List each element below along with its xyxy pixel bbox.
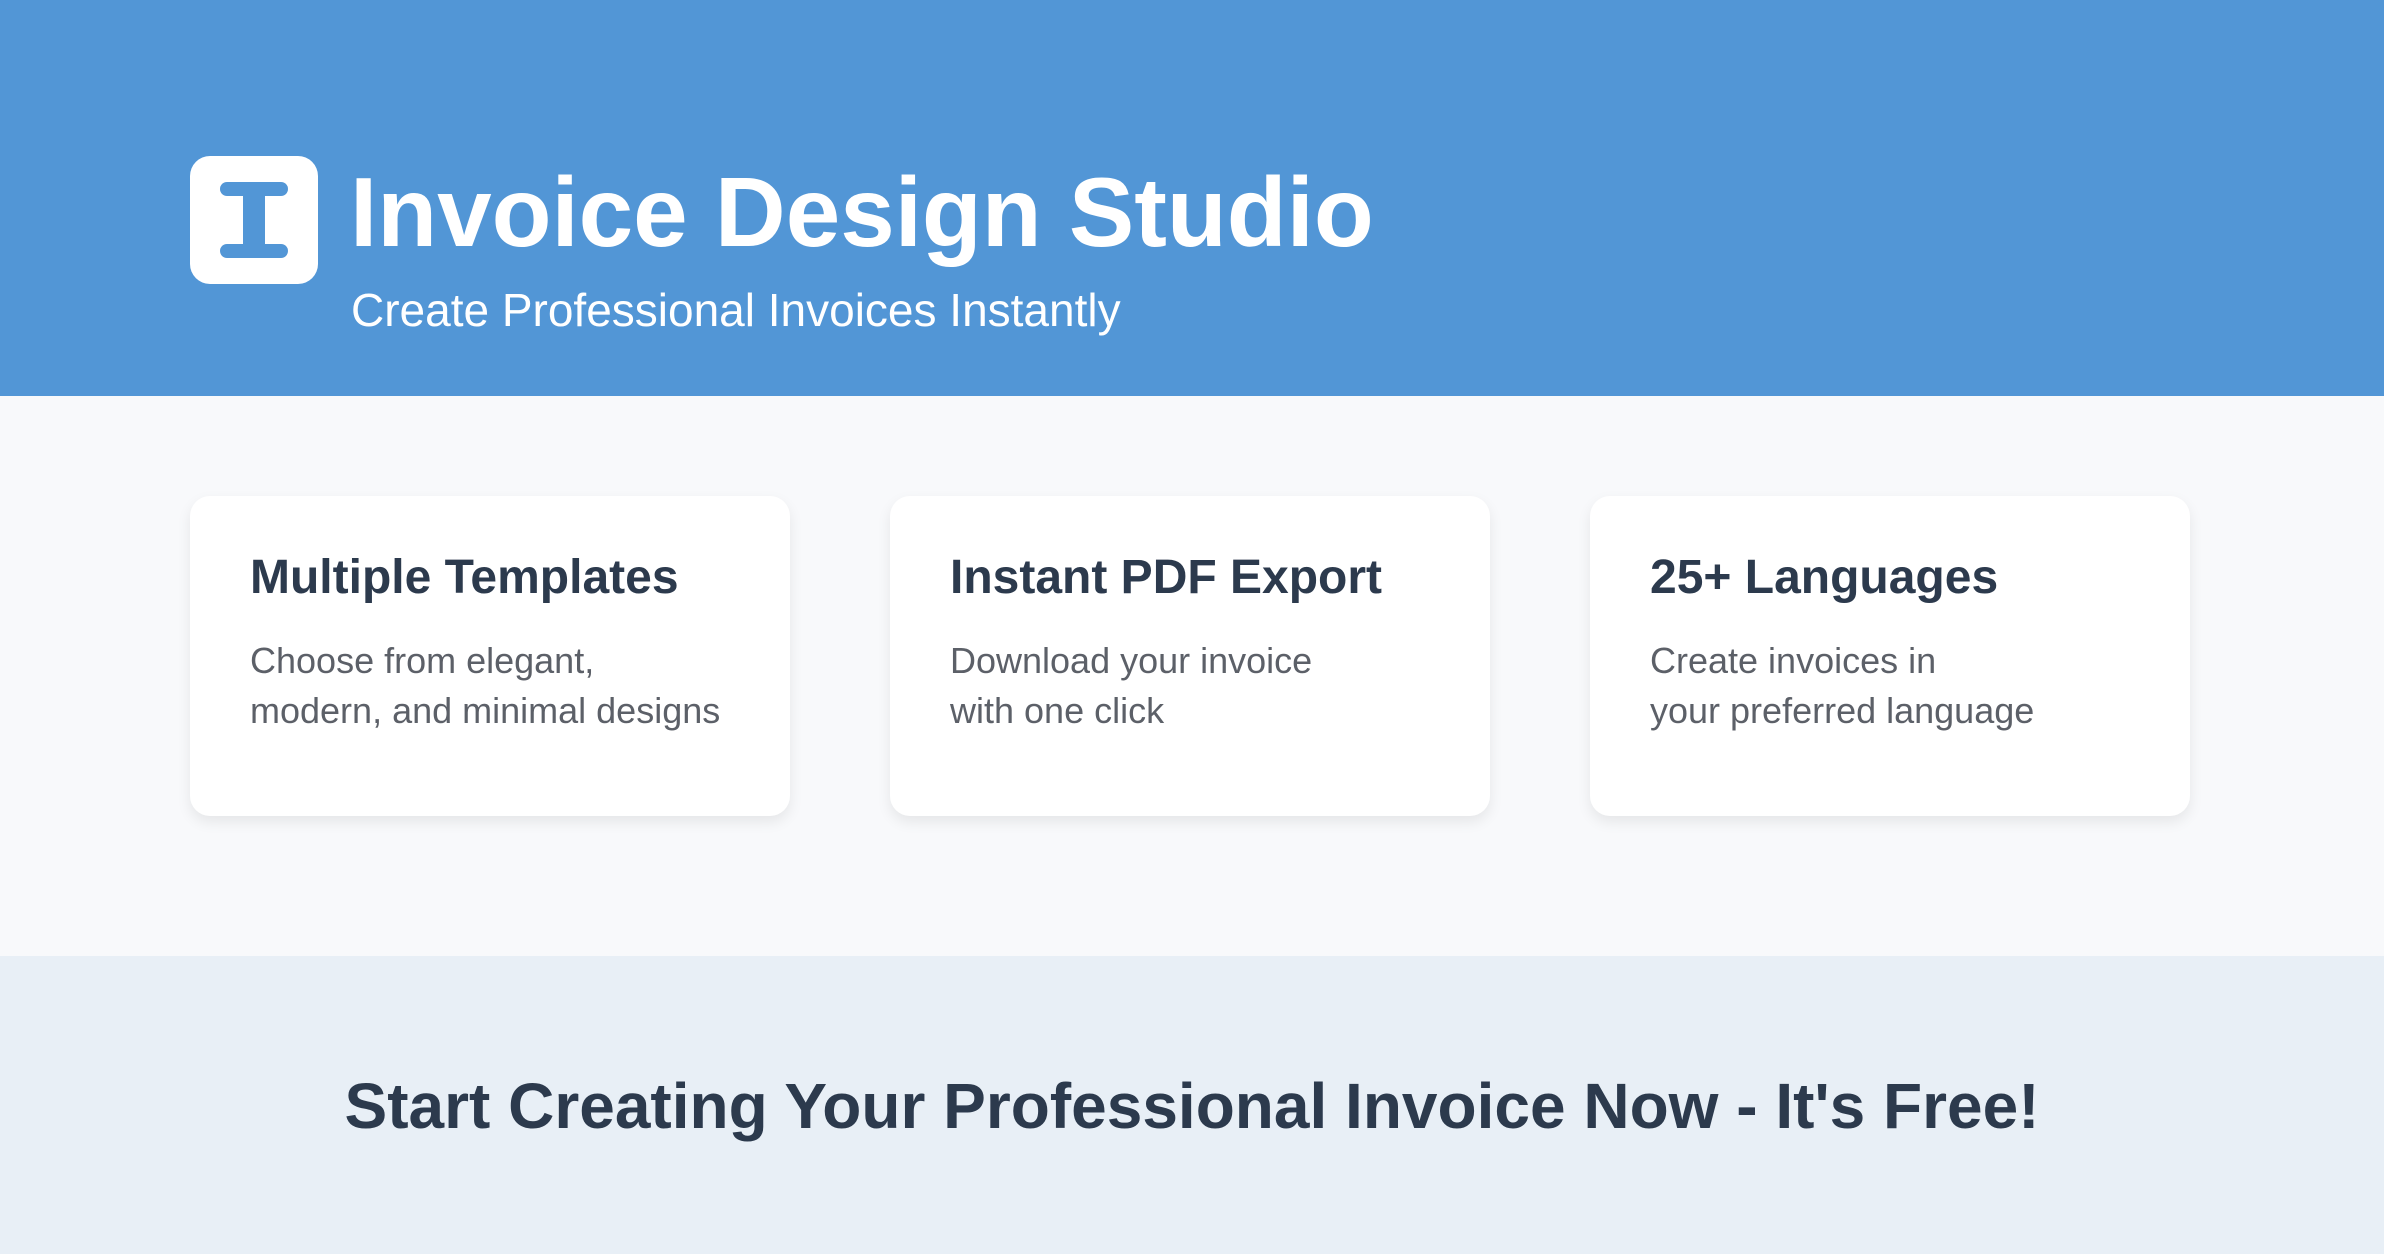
feature-description-line: your preferred language	[1650, 690, 2035, 731]
call-to-action-text: Start Creating Your Professional Invoice…	[344, 1070, 2040, 1142]
feature-title: Multiple Templates	[250, 551, 679, 604]
feature-description-line: modern, and minimal designs	[250, 690, 721, 731]
og-banner: Invoice Design Studio Create Professiona…	[0, 0, 2384, 1254]
call-to-action-banner: Start Creating Your Professional Invoice…	[0, 956, 2384, 1254]
feature-description: Download your invoice with one click	[950, 636, 1312, 736]
feature-description-line: Choose from elegant,	[250, 640, 595, 681]
feature-description-line: Create invoices in	[1650, 640, 1937, 681]
app-title: Invoice Design Studio	[350, 157, 1374, 267]
feature-title: 25+ Languages	[1650, 551, 1999, 604]
feature-card-templates: Multiple Templates Choose from elegant, …	[190, 496, 790, 816]
feature-title: Instant PDF Export	[950, 551, 1383, 604]
app-subtitle: Create Professional Invoices Instantly	[351, 284, 1121, 336]
feature-description-line: Download your invoice	[950, 640, 1313, 681]
features-section: Multiple Templates Choose from elegant, …	[0, 396, 2384, 956]
feature-description: Choose from elegant, modern, and minimal…	[250, 636, 720, 736]
feature-description: Create invoices in your preferred langua…	[1650, 636, 2034, 736]
hero-header: Invoice Design Studio Create Professiona…	[0, 0, 2384, 396]
feature-card-pdf-export: Instant PDF Export Download your invoice…	[890, 496, 1490, 816]
feature-description-line: with one click	[950, 690, 1165, 731]
letter-i-logo-icon	[190, 156, 318, 284]
feature-card-languages: 25+ Languages Create invoices in your pr…	[1590, 496, 2190, 816]
logo-glyph	[220, 182, 288, 258]
